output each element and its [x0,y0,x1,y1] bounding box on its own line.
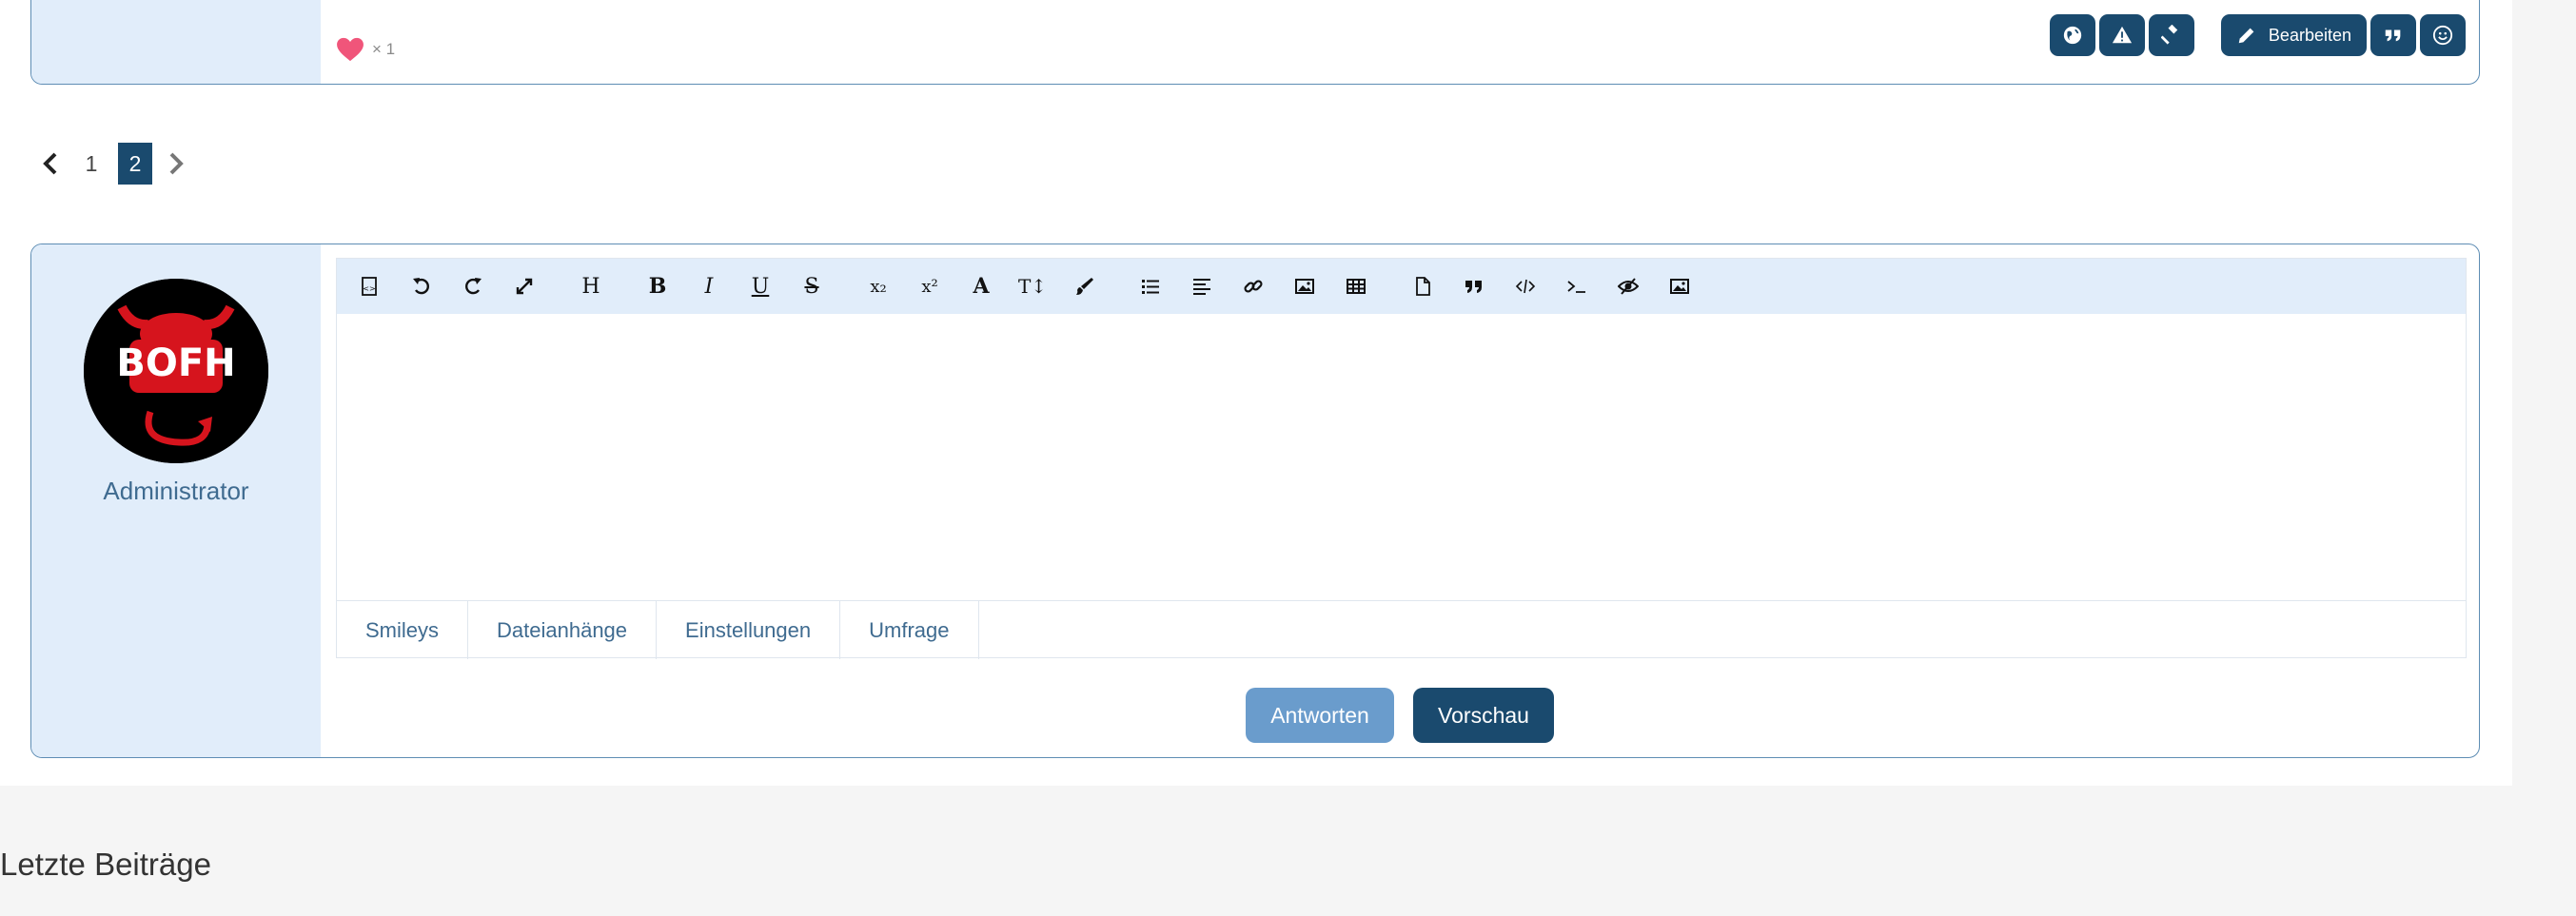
gavel-icon [2160,25,2178,45]
preview-button[interactable]: Vorschau [1413,688,1554,743]
next-page-button[interactable] [162,143,190,185]
superscript-icon[interactable]: x² [904,267,955,305]
page-content: × 1 Bearbeiten 1 2 BOFH Administrator <>… [0,0,2512,786]
submit-reply-button[interactable]: Antworten [1246,688,1394,743]
strikethrough-icon[interactable]: S [786,267,837,305]
quote-icon [2385,29,2401,42]
font-size-icon[interactable]: T↕ [1007,267,1058,305]
bofh-logo: BOFH [84,279,268,463]
tab-settings[interactable]: Einstellungen [657,601,841,659]
post-actions: Bearbeiten [2046,14,2466,56]
report-button[interactable] [2098,14,2145,56]
avatar[interactable]: BOFH [84,279,268,463]
chevron-left-icon [43,152,57,175]
ip-info-button[interactable] [2049,14,2095,56]
section-title-recent-posts: Letzte Beiträge [0,847,211,882]
quick-reply: BOFH Administrator <> H B I U S x₂ x² A … [30,244,2480,758]
terminal-icon[interactable] [1551,267,1603,305]
media-icon[interactable] [1654,267,1705,305]
editor-toolbar: <> H B I U S x₂ x² A T↕ [337,259,2466,314]
previous-post: × 1 Bearbeiten [30,0,2480,85]
subscript-icon[interactable]: x₂ [853,267,904,305]
image-icon[interactable] [1279,267,1330,305]
quote-icon[interactable] [1448,267,1500,305]
username[interactable]: Administrator [31,477,321,506]
avatar-text: BOFH [116,341,235,385]
font-icon[interactable]: A [955,267,1007,305]
like-count: × 1 [372,40,396,58]
bold-icon[interactable]: B [632,267,683,305]
spoiler-icon[interactable] [1603,267,1654,305]
pencil-icon [2238,28,2254,44]
tab-attachments[interactable]: Dateianhänge [468,601,658,659]
tab-smileys[interactable]: Smileys [337,601,469,659]
smiley-icon [2432,25,2453,46]
code-icon[interactable] [1500,267,1551,305]
undo-icon[interactable] [396,267,447,305]
italic-icon[interactable]: I [683,267,735,305]
warning-icon [2112,26,2133,44]
edit-label: Bearbeiten [2268,25,2351,45]
post-author-sidebar [31,0,321,84]
editor-tabs: Smileys Dateianhänge Einstellungen Umfra… [337,601,2466,659]
page-link-2-current[interactable]: 2 [118,143,152,185]
color-icon[interactable] [1058,267,1110,305]
pagination: 1 2 [36,143,190,185]
table-icon[interactable] [1330,267,1382,305]
message-textarea[interactable] [337,314,2466,601]
prev-page-button[interactable] [36,143,65,185]
maximize-icon[interactable] [499,267,550,305]
globe-icon [2063,26,2082,45]
list-icon[interactable] [1125,267,1176,305]
post-editor: <> H B I U S x₂ x² A T↕ Smileys Dateianh… [336,258,2467,659]
reaction-button[interactable] [2420,14,2466,56]
likes[interactable]: × 1 [336,37,395,62]
reply-author-sidebar: BOFH Administrator [31,244,321,757]
tab-poll[interactable]: Umfrage [840,601,979,659]
link-icon[interactable] [1228,267,1279,305]
heart-icon[interactable] [336,37,364,62]
source-icon[interactable]: <> [344,267,396,305]
quote-button[interactable] [2370,14,2416,56]
underline-icon[interactable]: U [735,267,786,305]
edit-button[interactable]: Bearbeiten [2220,14,2367,56]
svg-text:<>: <> [363,284,375,293]
page-link-1[interactable]: 1 [74,143,108,185]
heading-icon[interactable]: H [565,267,617,305]
moderate-button[interactable] [2148,14,2194,56]
align-icon[interactable] [1176,267,1228,305]
file-icon[interactable] [1397,267,1448,305]
redo-icon[interactable] [447,267,499,305]
chevron-right-icon [169,152,184,175]
